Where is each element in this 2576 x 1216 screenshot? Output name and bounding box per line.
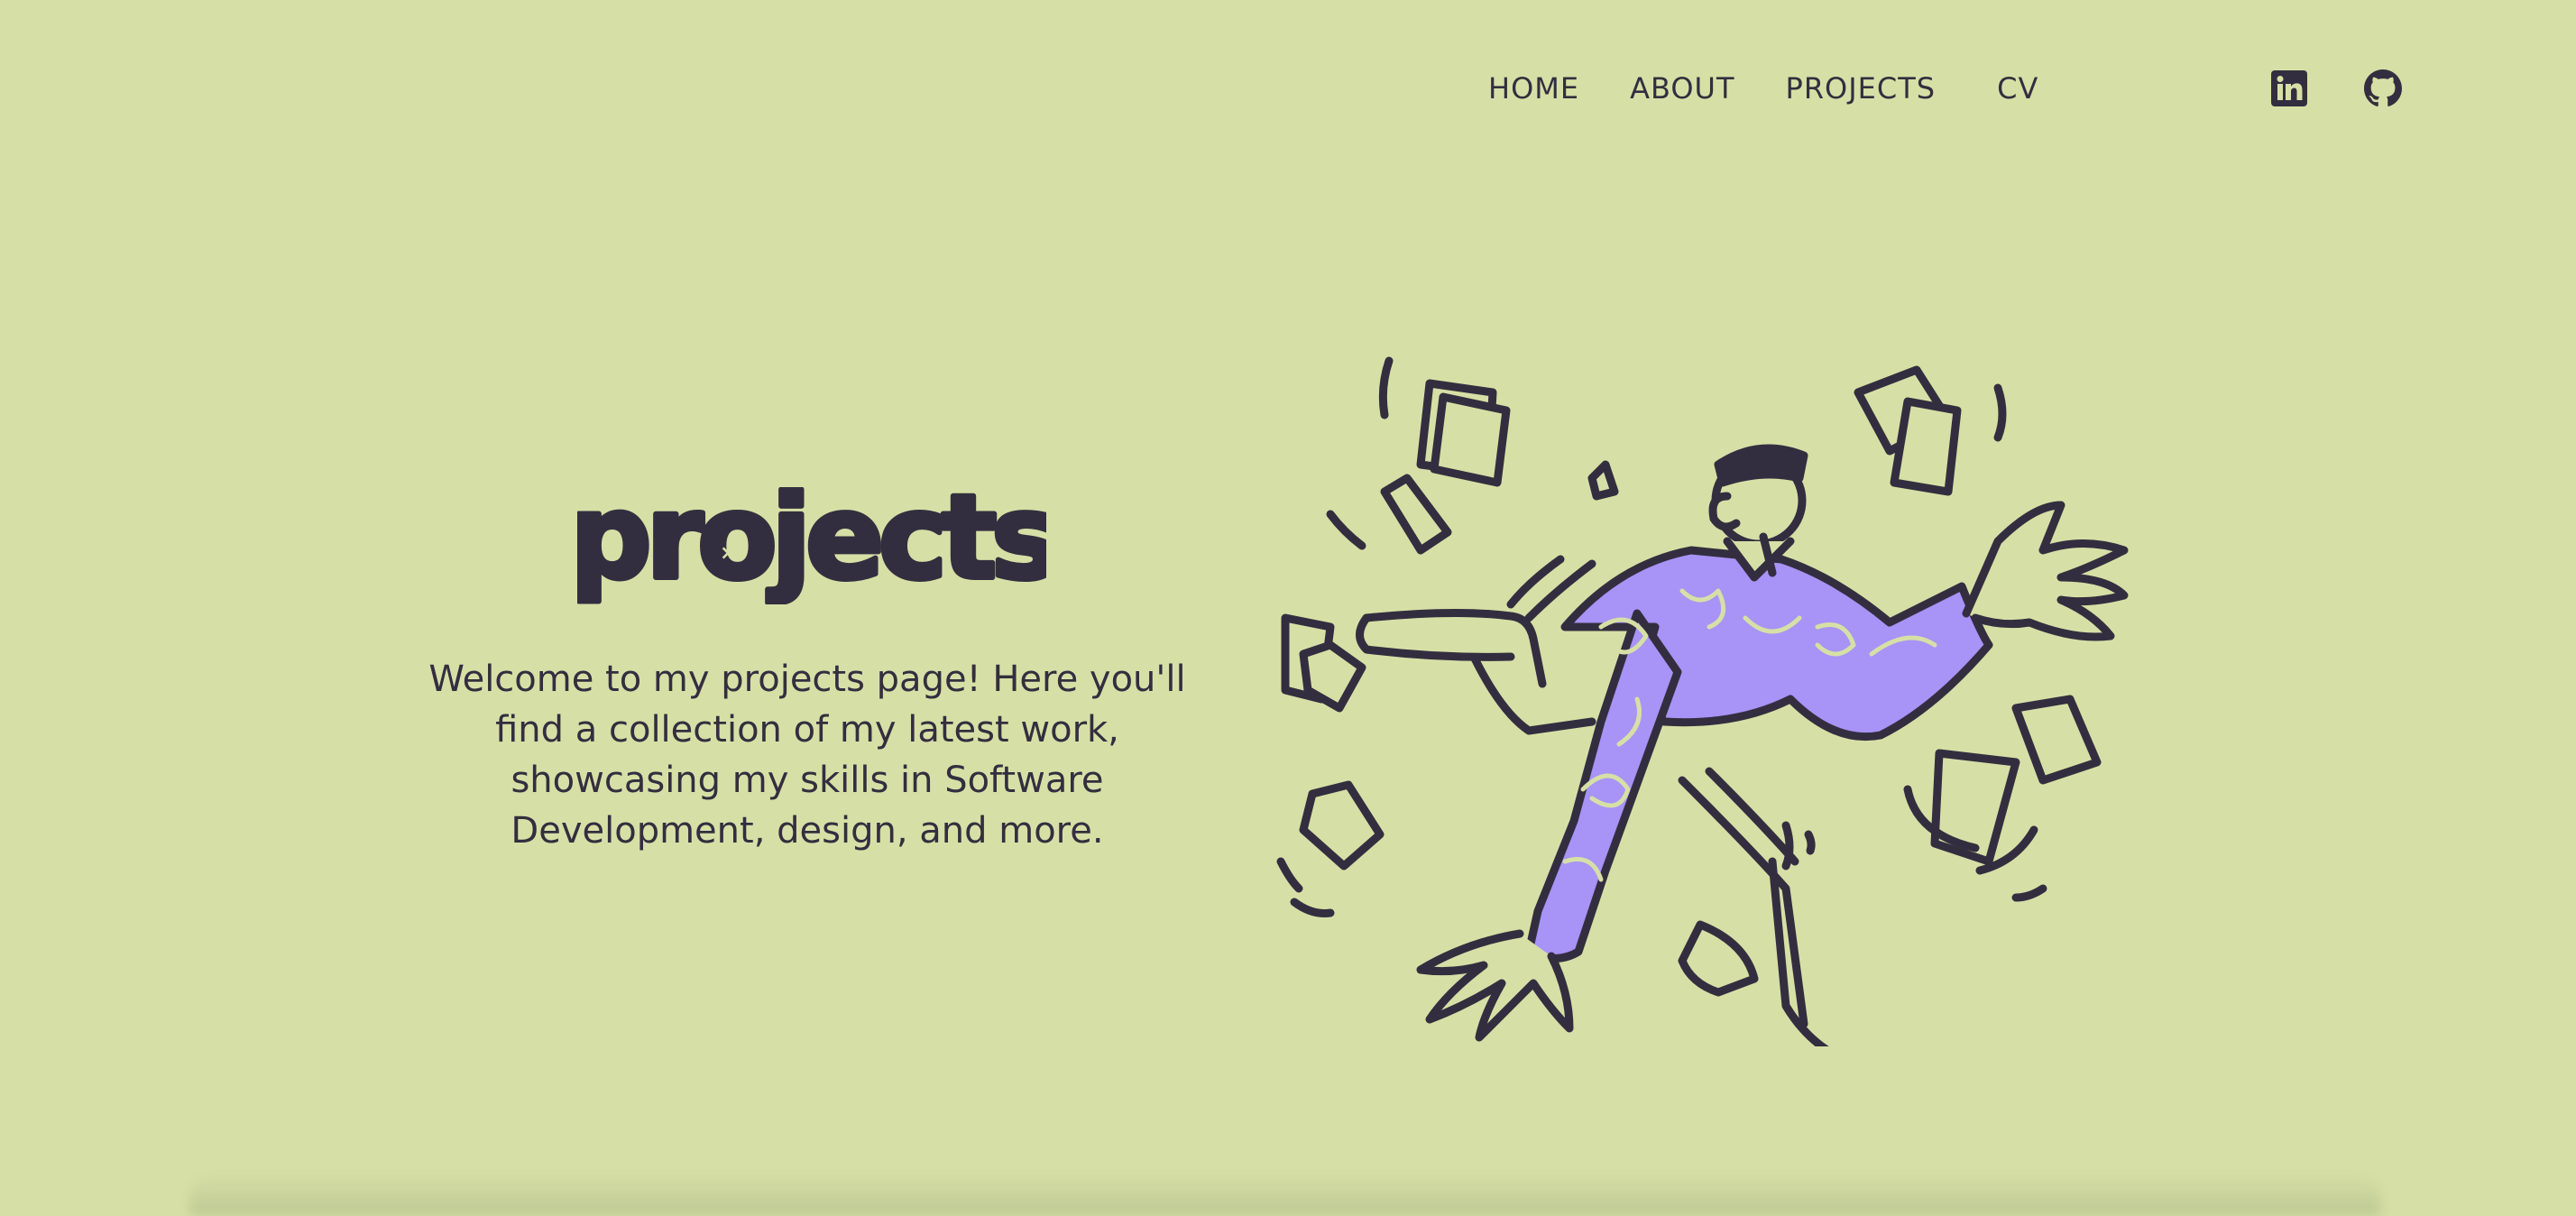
svg-text:×: × <box>720 542 736 565</box>
intro-text: Welcome to my projects page! Here you'll… <box>428 659 1186 852</box>
page-title: projects × <box>577 487 1046 604</box>
nav-home-link[interactable]: HOME <box>1488 71 1579 106</box>
linkedin-link[interactable] <box>2269 69 2309 108</box>
github-link[interactable] <box>2363 69 2403 108</box>
content-card-edge <box>189 1173 2381 1216</box>
main-nav: HOME ABOUT PROJECTS CV <box>1488 63 2089 114</box>
github-icon <box>2364 69 2402 106</box>
nav-projects-link[interactable]: PROJECTS <box>1786 71 1937 106</box>
juggling-papers-illustration <box>1258 356 2160 1046</box>
linkedin-icon <box>2271 70 2307 106</box>
nav-cv-link[interactable]: CV <box>1997 71 2038 106</box>
page-title-text: projects <box>577 487 1046 604</box>
nav-about-link[interactable]: ABOUT <box>1630 71 1734 106</box>
